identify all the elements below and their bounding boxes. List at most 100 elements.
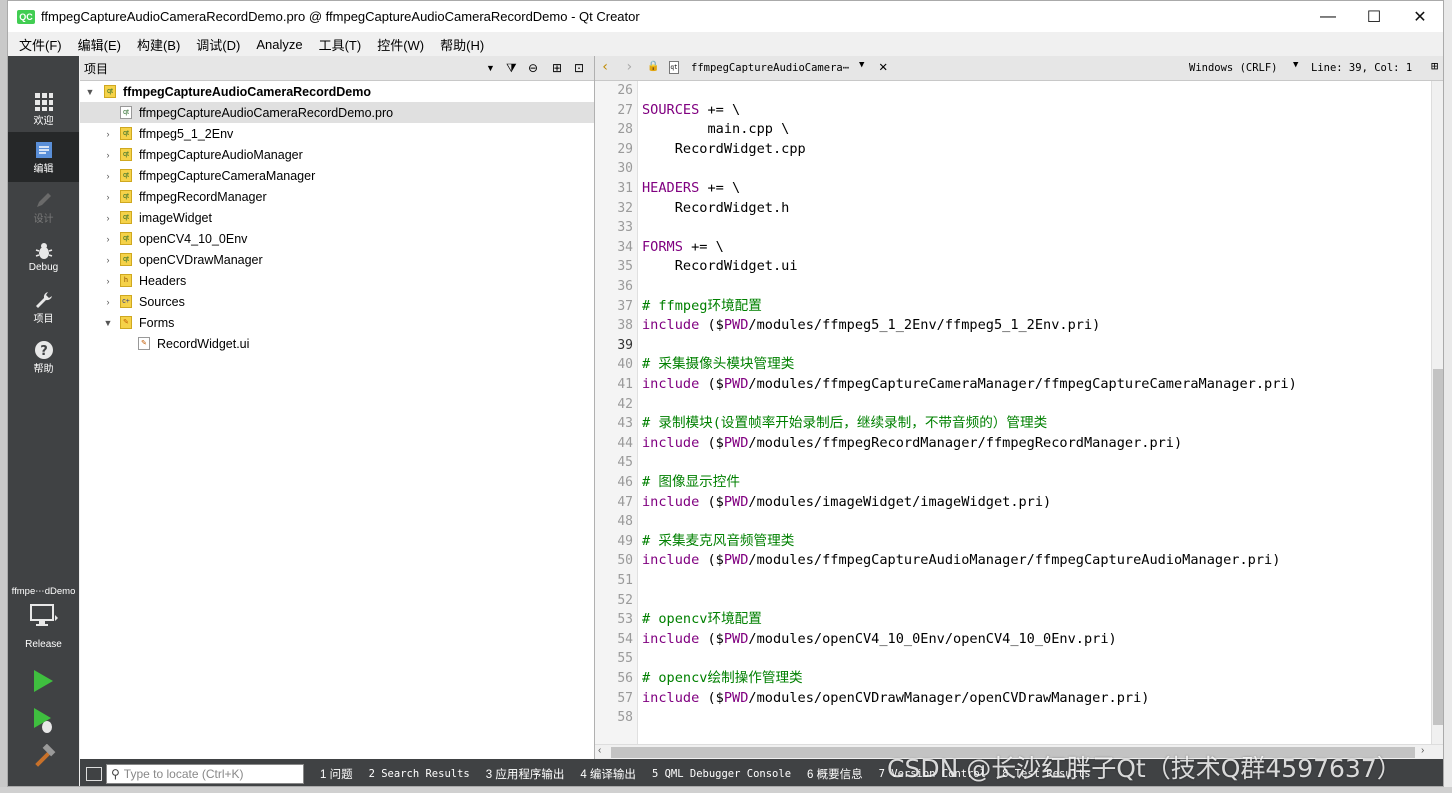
chevron-right-icon[interactable]: › bbox=[102, 192, 114, 202]
code-line[interactable]: RecordWidget.h bbox=[642, 199, 790, 219]
chevron-right-icon[interactable]: › bbox=[102, 213, 114, 223]
menu-file[interactable]: 文件(F) bbox=[11, 35, 70, 54]
split-icon[interactable]: ⊞ bbox=[552, 61, 562, 75]
code-line[interactable]: SOURCES += \ bbox=[642, 101, 740, 121]
view-dropdown-icon[interactable]: ▼ bbox=[486, 63, 495, 73]
code-line[interactable]: # ffmpeg环境配置 bbox=[642, 297, 762, 317]
menu-analyze[interactable]: Analyze bbox=[248, 37, 310, 52]
kit-selector[interactable]: Release bbox=[8, 603, 79, 655]
scroll-left-icon[interactable]: ‹ bbox=[598, 745, 601, 756]
menu-debug[interactable]: 调试(D) bbox=[188, 35, 248, 54]
tree-item-folder[interactable]: › qt openCV4_10_0Env bbox=[80, 228, 594, 249]
code-line[interactable]: include ($PWD/modules/imageWidget/imageW… bbox=[642, 493, 1051, 513]
code-line[interactable]: HEADERS += \ bbox=[642, 179, 740, 199]
minimize-button[interactable]: — bbox=[1305, 1, 1351, 32]
tree-item-folder[interactable]: › qt ffmpegCaptureCameraManager bbox=[80, 165, 594, 186]
pane-general-messages[interactable]: 6 概要信息 bbox=[807, 766, 863, 782]
split-editor-icon[interactable]: ⊞ bbox=[1431, 59, 1438, 73]
mode-help[interactable]: ? 帮助 bbox=[8, 332, 79, 382]
toggle-sidebar-icon[interactable] bbox=[86, 766, 102, 781]
debug-run-button[interactable] bbox=[31, 706, 57, 737]
filter-icon[interactable]: ⧩ bbox=[506, 61, 517, 76]
vertical-scroll-thumb[interactable] bbox=[1433, 369, 1443, 725]
chevron-down-icon[interactable]: ▼ bbox=[102, 318, 114, 328]
code-line[interactable]: # 采集摄像头模块管理类 bbox=[642, 355, 794, 375]
menu-edit[interactable]: 编辑(E) bbox=[70, 35, 129, 54]
background-page-edge bbox=[1444, 0, 1452, 793]
code-line[interactable]: RecordWidget.ui bbox=[642, 257, 798, 277]
code-line[interactable]: RecordWidget.cpp bbox=[642, 140, 806, 160]
line-number: 39 bbox=[617, 337, 633, 353]
pane-issues[interactable]: 1 问题 bbox=[320, 766, 353, 782]
chevron-right-icon[interactable]: › bbox=[102, 129, 114, 139]
code-line[interactable]: # opencv环境配置 bbox=[642, 610, 762, 630]
chevron-right-icon[interactable]: › bbox=[102, 150, 114, 160]
menu-help[interactable]: 帮助(H) bbox=[432, 35, 492, 54]
pane-qml-debugger-console[interactable]: 5 QML Debugger Console bbox=[652, 768, 791, 780]
code-line[interactable]: include ($PWD/modules/openCV4_10_0Env/op… bbox=[642, 630, 1117, 650]
build-button[interactable] bbox=[31, 743, 57, 773]
tree-item-sources[interactable]: › c+ Sources bbox=[80, 291, 594, 312]
projects-panel-toolbar: 项目 ▼ ⧩ ⊖ ⊞ ⊡ bbox=[80, 56, 594, 81]
tree-item-headers[interactable]: › h Headers bbox=[80, 270, 594, 291]
tree-item-forms[interactable]: ▼ ✎ Forms bbox=[80, 312, 594, 333]
code-line[interactable]: main.cpp \ bbox=[642, 120, 789, 140]
tree-item-folder[interactable]: › qt ffmpegRecordManager bbox=[80, 186, 594, 207]
tree-item-pro-file[interactable]: qt ffmpegCaptureAudioCameraRecordDemo.pr… bbox=[80, 102, 594, 123]
tree-item-folder[interactable]: › qt ffmpeg5_1_2Env bbox=[80, 123, 594, 144]
code-line[interactable]: # 采集麦克风音频管理类 bbox=[642, 532, 794, 552]
cursor-position-label[interactable]: Line: 39, Col: 1 bbox=[1311, 62, 1412, 74]
chevron-right-icon[interactable]: › bbox=[102, 297, 114, 307]
chevron-down-icon[interactable]: ▼ bbox=[84, 87, 96, 97]
menu-tools[interactable]: 工具(T) bbox=[311, 35, 370, 54]
link-icon[interactable]: ⊖ bbox=[528, 61, 538, 75]
tree-item-folder[interactable]: › qt openCVDrawManager bbox=[80, 249, 594, 270]
mode-projects[interactable]: 项目 bbox=[8, 282, 79, 332]
pane-compile-output[interactable]: 4 编译输出 bbox=[580, 766, 636, 782]
line-ending-dropdown-icon[interactable]: ▼ bbox=[1293, 60, 1298, 70]
chevron-right-icon[interactable]: › bbox=[102, 171, 114, 181]
pane-search-results[interactable]: 2 Search Results bbox=[369, 768, 470, 780]
tree-item-folder[interactable]: › qt imageWidget bbox=[80, 207, 594, 228]
code-line[interactable]: # opencv绘制操作管理类 bbox=[642, 669, 803, 689]
code-line[interactable]: # 录制模块(设置帧率开始录制后，继续录制，不带音频的）管理类 bbox=[642, 414, 1047, 434]
menu-build[interactable]: 构建(B) bbox=[129, 35, 188, 54]
mode-edit[interactable]: 编辑 bbox=[8, 132, 79, 182]
mode-design[interactable]: 设计 bbox=[8, 182, 79, 232]
tree-item-folder[interactable]: › qt ffmpegCaptureAudioManager bbox=[80, 144, 594, 165]
vertical-scrollbar[interactable] bbox=[1431, 81, 1443, 744]
scroll-right-icon[interactable]: › bbox=[1421, 745, 1424, 756]
code-line[interactable]: include ($PWD/modules/ffmpegRecordManage… bbox=[642, 434, 1182, 454]
chevron-right-icon[interactable]: › bbox=[102, 255, 114, 265]
mode-welcome[interactable]: 欢迎 bbox=[8, 84, 79, 134]
tree-item-project-root[interactable]: ▼ qt ffmpegCaptureAudioCameraRecordDemo bbox=[80, 81, 594, 102]
code-line[interactable]: include ($PWD/modules/openCVDrawManager/… bbox=[642, 689, 1149, 709]
code-editor[interactable]: 26 27 28 29 30 31 32 33 34 35 36 37 38 39 40 41 42 43 44 45… bbox=[595, 81, 1443, 744]
tree-item-ui-file[interactable]: ✎ RecordWidget.ui bbox=[80, 333, 594, 354]
maximize-button[interactable]: ☐ bbox=[1351, 1, 1397, 32]
tree-item-label: openCVDrawManager bbox=[139, 252, 263, 267]
line-ending-selector[interactable]: Windows (CRLF) bbox=[1189, 62, 1278, 74]
run-button[interactable] bbox=[31, 668, 55, 697]
line-number: 27 bbox=[617, 102, 633, 118]
pane-application-output[interactable]: 3 应用程序输出 bbox=[486, 766, 565, 782]
chevron-right-icon[interactable]: › bbox=[102, 276, 114, 286]
code-line[interactable]: # 图像显示控件 bbox=[642, 473, 740, 493]
chevron-right-icon[interactable]: › bbox=[102, 234, 114, 244]
close-button[interactable]: ✕ bbox=[1397, 1, 1443, 32]
code-line[interactable]: FORMS += \ bbox=[642, 238, 724, 258]
code-line[interactable]: include ($PWD/modules/ffmpegCaptureCamer… bbox=[642, 375, 1297, 395]
line-number: 34 bbox=[617, 239, 633, 255]
forward-arrow-icon[interactable]: › bbox=[625, 59, 633, 75]
document-dropdown-icon[interactable]: ▼ bbox=[859, 60, 864, 70]
code-line[interactable]: include ($PWD/modules/ffmpeg5_1_2Env/ffm… bbox=[642, 316, 1100, 336]
locator-input[interactable]: ⚲ Type to locate (Ctrl+K) bbox=[106, 763, 304, 784]
code-line[interactable]: include ($PWD/modules/ffmpegCaptureAudio… bbox=[642, 551, 1280, 571]
menu-widgets[interactable]: 控件(W) bbox=[369, 35, 432, 54]
close-document-icon[interactable]: ✕ bbox=[879, 59, 887, 75]
build-config-label: Release bbox=[25, 639, 62, 650]
open-document-selector[interactable]: ffmpegCaptureAudioCamera⋯ bbox=[691, 62, 849, 74]
close-panel-icon[interactable]: ⊡ bbox=[574, 61, 584, 75]
back-arrow-icon[interactable]: ‹ bbox=[601, 59, 609, 75]
mode-debug[interactable]: Debug bbox=[8, 232, 79, 282]
